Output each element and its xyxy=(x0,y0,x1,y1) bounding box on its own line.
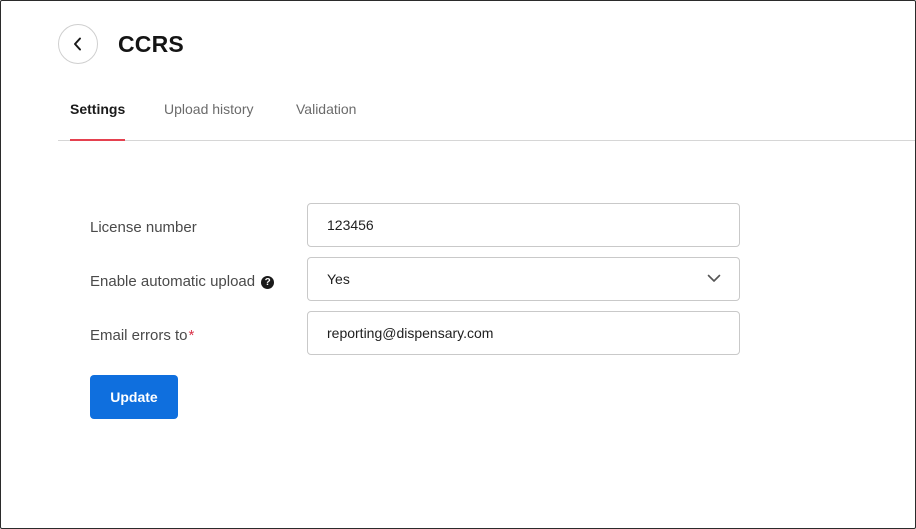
tab-settings[interactable]: Settings xyxy=(70,93,125,141)
required-marker: * xyxy=(188,327,195,344)
automatic-upload-label: Enable automatic upload ? xyxy=(90,272,275,292)
automatic-upload-label-text: Enable automatic upload xyxy=(90,273,256,290)
chevron-left-icon xyxy=(74,37,81,51)
email-errors-input[interactable] xyxy=(308,312,708,354)
back-button[interactable] xyxy=(58,24,98,64)
tab-bar: Settings Upload history Validation xyxy=(58,93,915,141)
license-number-label: License number xyxy=(90,218,197,238)
ccrs-settings-page: CCRS Settings Upload history Validation … xyxy=(0,0,916,529)
email-errors-label: Email errors to * xyxy=(90,326,194,346)
page-title: CCRS xyxy=(118,31,184,57)
tab-validation[interactable]: Validation xyxy=(296,93,356,140)
chevron-down-icon xyxy=(707,274,721,282)
tab-upload-history[interactable]: Upload history xyxy=(164,93,254,140)
license-number-label-text: License number xyxy=(90,219,197,236)
email-errors-label-text: Email errors to xyxy=(90,327,188,344)
license-number-field[interactable] xyxy=(307,203,740,247)
automatic-upload-selected-value: Yes xyxy=(327,271,350,287)
question-circle-icon[interactable]: ? xyxy=(261,275,275,289)
license-number-input[interactable] xyxy=(308,204,708,246)
update-button[interactable]: Update xyxy=(90,375,178,419)
automatic-upload-select[interactable]: Yes xyxy=(307,257,740,301)
email-errors-field[interactable] xyxy=(307,311,740,355)
